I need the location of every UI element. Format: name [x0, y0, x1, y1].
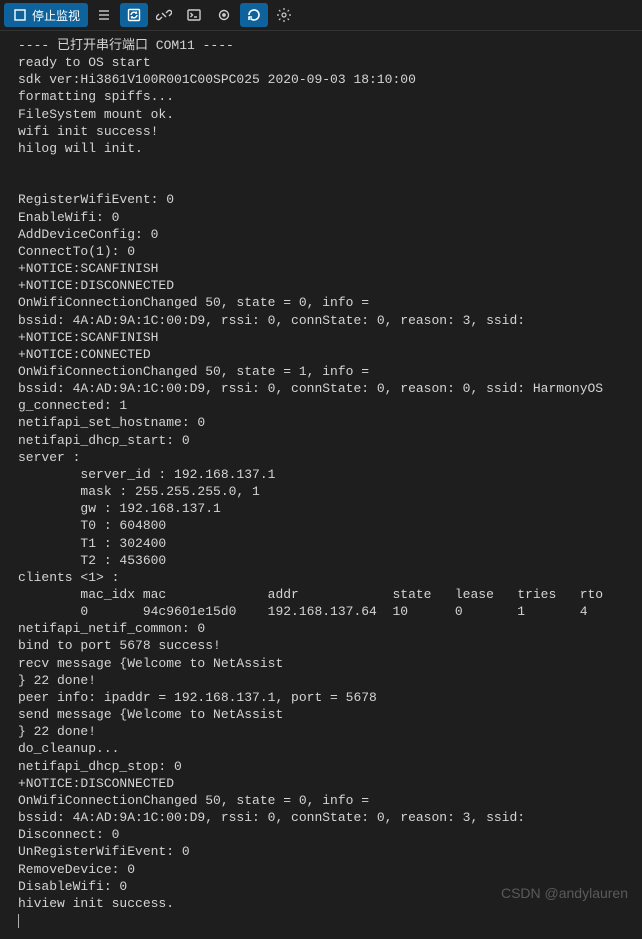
- settings-button[interactable]: [270, 3, 298, 27]
- terminal-icon: [186, 7, 202, 23]
- stop-monitor-label: 停止监视: [32, 7, 80, 24]
- sync-box-button[interactable]: [120, 3, 148, 27]
- toolbar: 停止监视: [0, 0, 642, 30]
- terminal-output[interactable]: ---- 已打开串行端口 COM11 ---- ready to OS star…: [0, 31, 642, 939]
- target-button[interactable]: [210, 3, 238, 27]
- sync-box-icon: [126, 7, 142, 23]
- terminal-button[interactable]: [180, 3, 208, 27]
- list-icon: [96, 7, 112, 23]
- terminal-text: ---- 已打开串行端口 COM11 ---- ready to OS star…: [18, 38, 603, 911]
- stop-monitor-button[interactable]: 停止监视: [4, 3, 88, 27]
- target-icon: [216, 7, 232, 23]
- unlink-icon: [156, 7, 172, 23]
- unlink-button[interactable]: [150, 3, 178, 27]
- gear-icon: [276, 7, 292, 23]
- terminal-cursor: [18, 914, 19, 928]
- list-button[interactable]: [90, 3, 118, 27]
- reload-icon: [246, 7, 262, 23]
- reload-button[interactable]: [240, 3, 268, 27]
- stop-icon: [12, 7, 28, 23]
